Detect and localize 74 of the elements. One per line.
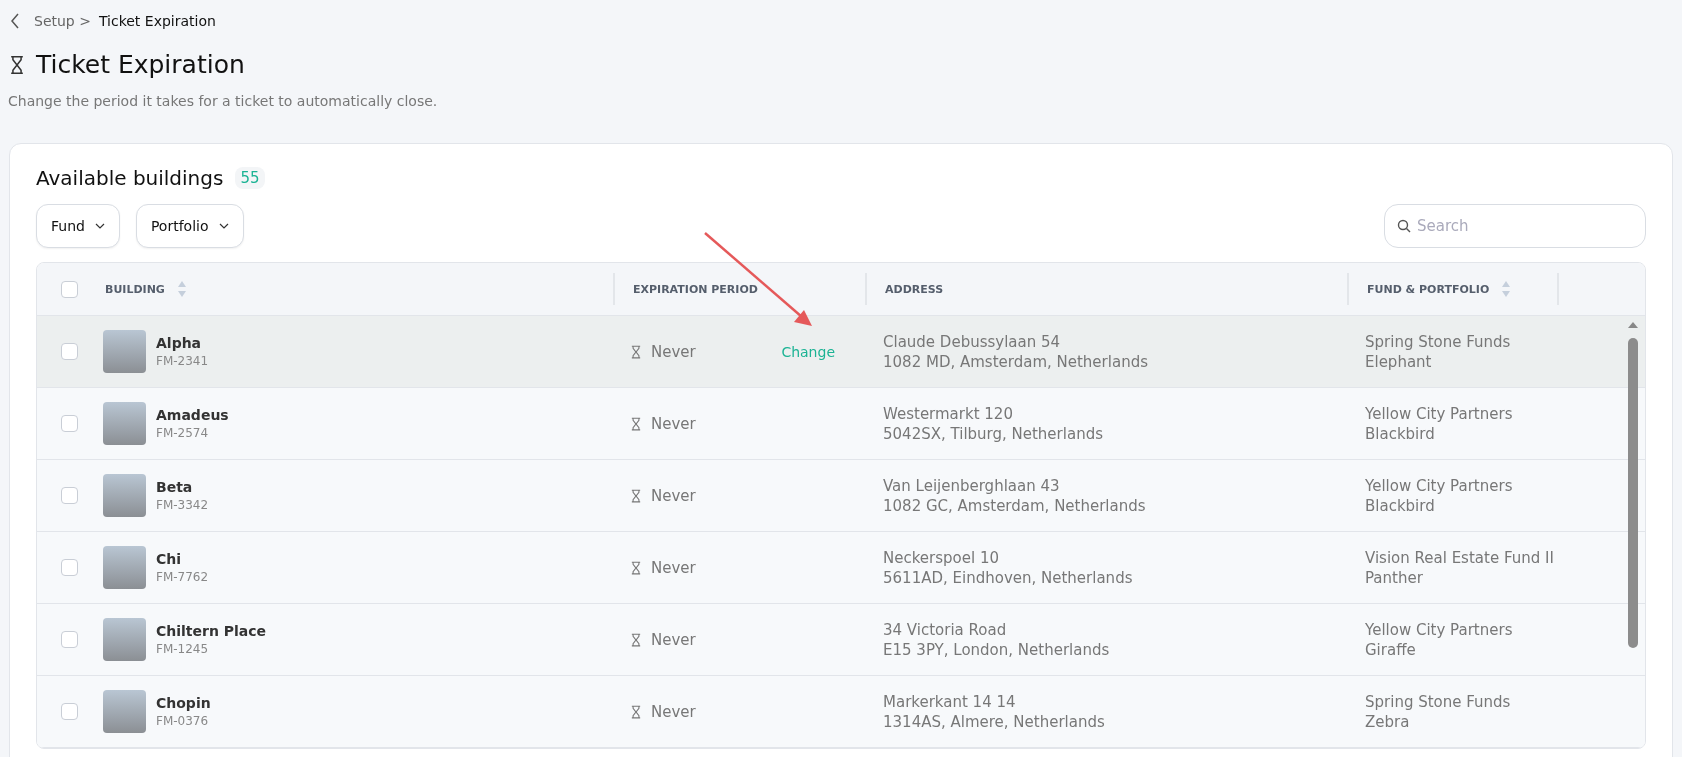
row-checkbox[interactable] — [60, 487, 78, 504]
fund-portfolio-cell-text: Vision Real Estate Fund II Panther — [1364, 547, 1555, 588]
fund-portfolio-cell-text: Yellow City Partners Giraffe — [1364, 619, 1514, 660]
building-name: Chopin — [156, 695, 211, 711]
hourglass-icon — [631, 632, 641, 647]
row-checkbox[interactable] — [60, 703, 78, 720]
fund-portfolio-cell-text: Yellow City Partners Blackbird — [1364, 475, 1514, 516]
page-subtitle: Change the period it takes for a ticket to automatically close. — [8, 93, 439, 109]
table-row[interactable]: Chiltern Place FM-1245 Never 34 Victoria Road E15 3PY, London, Netherlands Yellow City Partners Giraffe — [37, 604, 1645, 676]
address-cell-text: Westermarkt 120 5042SX, Tilburg, Netherlands — [882, 403, 1104, 444]
address-cell-text: Markerkant 14 14 1314AS, Almere, Netherlands — [882, 691, 1106, 732]
building-code: FM-1245 — [156, 642, 210, 656]
fund-portfolio-cell-text: Spring Stone Funds Elephant — [1364, 331, 1512, 372]
photo-placeholder — [103, 690, 146, 733]
photo-placeholder — [103, 546, 146, 589]
expiration-period: Never — [651, 342, 696, 361]
table-row[interactable]: Beta FM-3342 Never Van Leijenberghlaan 43 1082 GC, Amsterdam, Netherlands Yellow City Partners Blackbird — [37, 460, 1645, 532]
column-header: ADDRESS — [885, 282, 944, 296]
building-code: FM-2574 — [156, 426, 210, 440]
table-row[interactable]: Alpha FM-2341 Never Change Claude Debussylaan 54 1082 MD, Amsterdam, Netherlands Spring Stone Funds Elephant — [37, 316, 1645, 388]
count-badge: 55 — [235, 167, 265, 189]
photo-placeholder — [103, 330, 146, 373]
hourglass-icon — [10, 54, 24, 75]
chevron-down-icon — [94, 223, 105, 229]
row-checkbox[interactable] — [60, 415, 78, 432]
expiration-period: Never — [651, 558, 696, 577]
hourglass-icon — [631, 416, 641, 431]
breadcrumb-current: Ticket Expiration — [98, 13, 216, 29]
expiration-period: Never — [651, 702, 696, 721]
building-name: Amadeus — [156, 407, 229, 423]
address-cell-text: Claude Debussylaan 54 1082 MD, Amsterdam, Netherlands — [882, 331, 1149, 372]
column-header: EXPIRATION PERIOD — [633, 282, 758, 296]
photo-placeholder — [103, 402, 146, 445]
table-row[interactable]: Chopin FM-0376 Never Markerkant 14 14 1314AS, Almere, Netherlands Spring Stone Funds Zebra — [37, 676, 1645, 748]
photo-placeholder — [103, 474, 146, 517]
column-header: FUND & PORTFOLIO — [1367, 282, 1490, 296]
building-code: FM-0376 — [156, 714, 210, 728]
table-row[interactable]: Chi FM-7762 Never Neckerspoel 10 5611AD, Eindhoven, Netherlands Vision Real Estate Fund II Panther — [37, 532, 1645, 604]
search-field[interactable]: Search — [1384, 204, 1646, 248]
section-title: Available buildings — [36, 166, 224, 190]
filter-dropdown[interactable]: Portfolio — [135, 204, 244, 248]
sort-icon[interactable] — [1501, 280, 1512, 298]
address-cell-text: Van Leijenberghlaan 43 1082 GC, Amsterdam, Netherlands — [882, 475, 1147, 516]
hourglass-icon — [631, 560, 641, 575]
hourglass-icon — [631, 704, 641, 719]
expiration-period: Never — [651, 630, 696, 649]
breadcrumb-link[interactable]: Setup > — [34, 13, 91, 29]
building-name: Beta — [156, 479, 194, 495]
search-icon — [1397, 219, 1411, 233]
expiration-period: Never — [651, 414, 696, 433]
building-name: Chi — [156, 551, 183, 567]
building-name: Chiltern Place — [156, 623, 267, 639]
address-cell-text: Neckerspoel 10 5611AD, Eindhoven, Netherlands — [882, 547, 1134, 588]
fund-portfolio-cell-text: Yellow City Partners Blackbird — [1364, 403, 1514, 444]
building-code: FM-2341 — [156, 354, 209, 368]
column-header: BUILDING — [105, 282, 165, 296]
row-checkbox[interactable] — [60, 559, 78, 576]
photo-placeholder — [103, 618, 146, 661]
building-code: FM-7762 — [156, 570, 209, 584]
select-all-checkbox[interactable] — [60, 280, 78, 298]
hourglass-icon — [631, 488, 641, 503]
hourglass-icon — [631, 344, 641, 359]
table-row[interactable]: Amadeus FM-2574 Never Westermarkt 120 5042SX, Tilburg, Netherlands Yellow City Partners Blackbird — [37, 388, 1645, 460]
expiration-period: Never — [651, 486, 696, 505]
building-code: FM-3342 — [156, 498, 209, 512]
building-name: Alpha — [156, 335, 203, 351]
fund-portfolio-cell-text: Spring Stone Funds Zebra — [1364, 691, 1512, 732]
sort-icon[interactable] — [176, 280, 187, 298]
filter-dropdown[interactable]: Fund — [36, 204, 120, 248]
chevron-down-icon — [218, 223, 229, 229]
page-title: Ticket Expiration — [36, 50, 245, 79]
address-cell-text: 34 Victoria Road E15 3PY, London, Netherlands — [882, 619, 1111, 660]
row-checkbox[interactable] — [60, 631, 78, 648]
row-checkbox[interactable] — [60, 343, 78, 360]
